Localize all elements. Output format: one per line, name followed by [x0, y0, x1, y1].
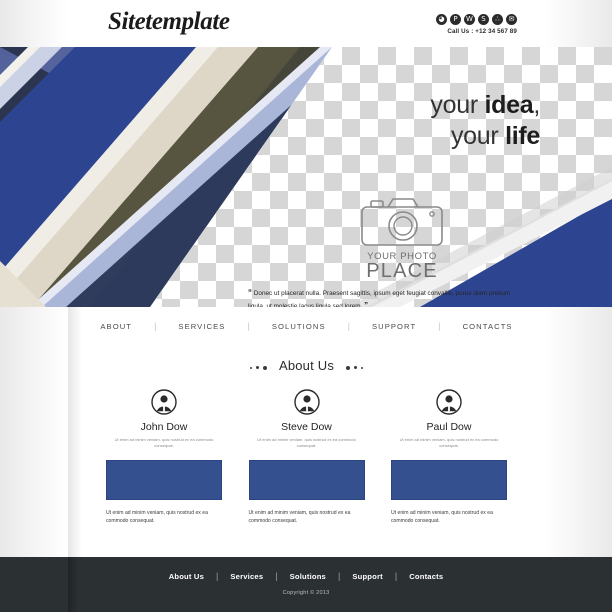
skype-icon[interactable]: S	[478, 14, 489, 25]
nav-item-support[interactable]: SUPPORT	[350, 322, 438, 331]
hero-headline: your idea, your life	[430, 90, 540, 151]
avatar-icon	[436, 389, 462, 415]
hero-headline-1-bold: idea	[484, 91, 534, 119]
copyright-text: Copyright © 2013	[282, 590, 330, 596]
section-title-text: About Us	[278, 358, 335, 373]
footer-navigation: About Us | Services | Solutions | Support | Cont…	[0, 571, 612, 581]
flickr-icon[interactable]: ∴	[492, 14, 503, 25]
team-member-description: Ut enim ad minim veniam, quis nostrud ex…	[257, 437, 356, 449]
avatar-icon	[293, 389, 320, 415]
photo-label-bottom: PLACE	[366, 260, 438, 282]
team-member-name: John Dow	[140, 421, 188, 433]
team-member-card: Paul Dow Ut enim ad minim veniam, quis no…	[391, 389, 507, 525]
footer-nav-item-contacts[interactable]: Contacts	[397, 572, 455, 581]
footer-nav-item-services[interactable]: Services	[218, 572, 275, 581]
hero-headline-2-light: your	[450, 121, 506, 150]
team-member-description: Ut enim ad minim veniam, quis nostrud ex…	[114, 437, 214, 449]
pinterest-icon[interactable]: P	[450, 14, 461, 25]
hero-banner: your idea, your life YOUR PHOTO PLACE “ …	[0, 47, 612, 307]
team-member-caption: Ut enim ad minim veniam, quis nostrud ex…	[391, 509, 493, 524]
site-footer: About Us | Services | Solutions | Support | Cont…	[0, 557, 612, 612]
avatar-icon	[151, 389, 177, 415]
dropbox-icon[interactable]: ◕	[436, 14, 447, 25]
email-icon[interactable]: ✉	[506, 14, 517, 25]
content-panel: ABOUT | SERVICES | SOLUTIONS | SUPPORT | CONTACT…	[68, 307, 545, 557]
your-photo-place-block[interactable]: YOUR PHOTO PLACE	[322, 195, 482, 283]
hero-background-graphic	[0, 47, 612, 307]
hero-headline-2-bold: life	[505, 121, 540, 150]
hero-headline-1-tail: ,	[533, 91, 540, 119]
hero-headline-1-light: your	[430, 91, 485, 119]
site-logo[interactable]: Sitetemplate	[108, 8, 230, 36]
team-member-card: John Dow Ut enim ad minim veniam, quis no…	[106, 389, 222, 525]
nav-item-about[interactable]: ABOUT	[78, 322, 154, 331]
dots-right	[344, 359, 365, 374]
team-member-caption: Ut enim ad minim veniam, quis nostrud ex…	[248, 509, 351, 524]
site-header: Sitetemplate ◕ P W S ∴ ✉ Call Us : +12 34 567…	[68, 0, 545, 47]
hero-headline-line-2: your life	[430, 121, 540, 152]
main-navigation: ABOUT | SERVICES | SOLUTIONS | SUPPORT | CONTACT…	[68, 321, 545, 331]
team-member-name: Paul Dow	[426, 421, 472, 433]
wordpress-icon[interactable]: W	[464, 14, 475, 25]
team-member-image-box[interactable]	[391, 459, 507, 500]
site-template-page: your idea, your life YOUR PHOTO PLACE “ …	[0, 0, 612, 612]
social-icon-bar: ◕ P W S ∴ ✉	[436, 14, 517, 25]
quote-text: Donec ut placerat nulla. Praesent sagitt…	[248, 290, 511, 307]
quote-open-mark: “	[248, 288, 252, 297]
team-member-image-box[interactable]	[106, 459, 222, 500]
team-member-image-box[interactable]	[248, 459, 365, 500]
footer-nav-item-about-us[interactable]: About Us	[157, 572, 216, 581]
section-title-about-us: About Us	[68, 358, 545, 374]
call-us-text: Call Us : +12 34 567 89	[447, 28, 517, 35]
footer-fold-shadow	[68, 557, 78, 612]
dots-left	[248, 359, 269, 374]
team-member-list: John Dow Ut enim ad minim veniam, quis no…	[68, 389, 545, 525]
hero-headline-line-1: your idea,	[430, 90, 540, 121]
camera-icon	[361, 198, 443, 246]
team-member-caption: Ut enim ad minim veniam, quis nostrud ex…	[106, 509, 208, 524]
nav-item-contacts[interactable]: CONTACTS	[441, 322, 535, 331]
footer-nav-item-solutions[interactable]: Solutions	[278, 572, 338, 581]
nav-item-services[interactable]: SERVICES	[156, 322, 247, 331]
nav-item-solutions[interactable]: SOLUTIONS	[250, 322, 348, 331]
team-member-description: Ut enim ad minim veniam, quis nostrud ex…	[399, 437, 499, 449]
footer-nav-item-support[interactable]: Support	[340, 572, 395, 581]
team-member-card: Steve Dow Ut enim ad minim veniam, quis n…	[248, 389, 365, 525]
hero-quote: “ Donec ut placerat nulla. Praesent sagi…	[248, 287, 516, 307]
team-member-name: Steve Dow	[281, 421, 332, 433]
